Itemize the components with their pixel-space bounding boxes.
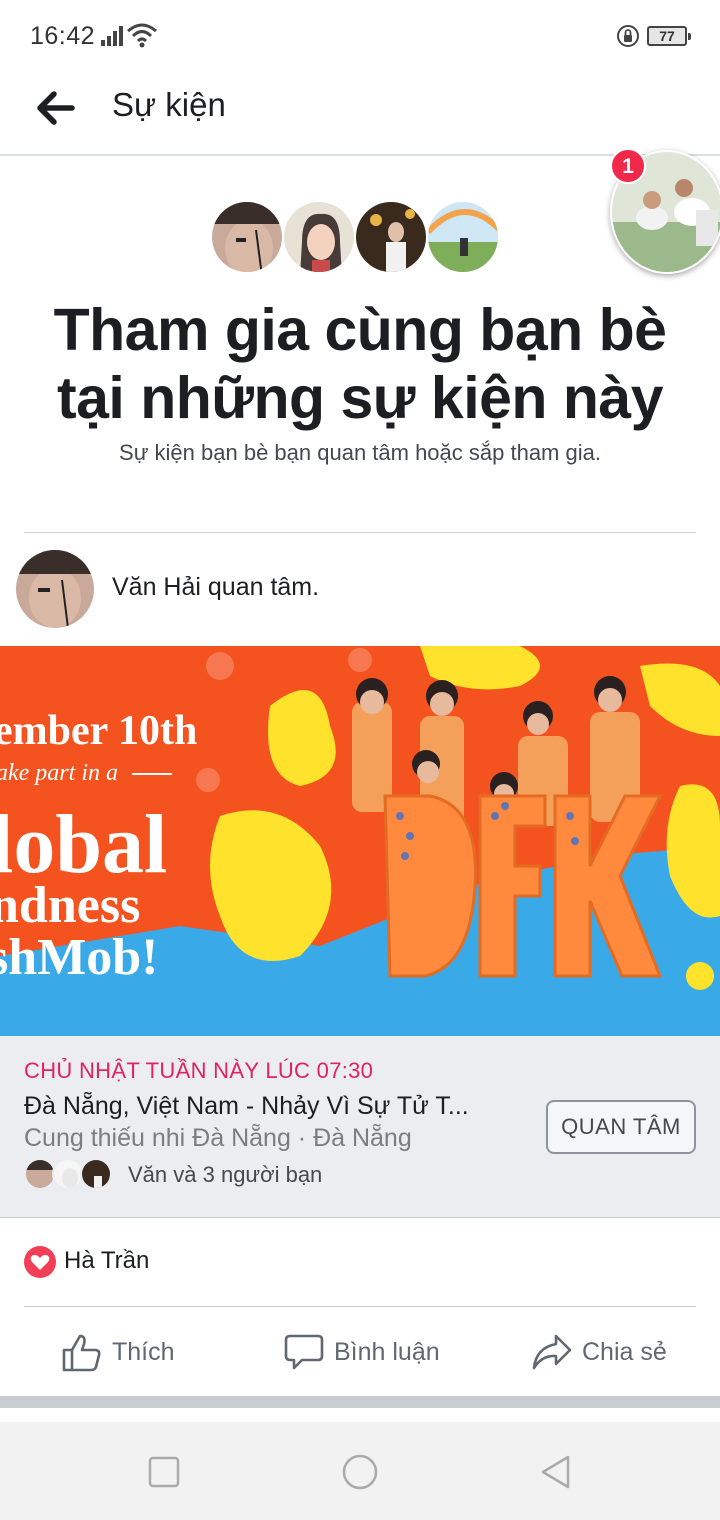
page-title: Sự kiện — [112, 86, 226, 123]
hero-subtitle: Sự kiện bạn bè bạn quan tâm hoặc sắp tha… — [119, 440, 601, 465]
reaction-name: Hà Trần — [64, 1247, 150, 1274]
recent-apps-icon[interactable] — [146, 1454, 182, 1490]
home-icon[interactable] — [342, 1454, 378, 1490]
avatar — [80, 1158, 112, 1190]
system-nav-bar — [0, 1422, 720, 1520]
hero-title: Tham gia cùng bạn bè tại những sự kiện n… — [0, 296, 720, 432]
event-name[interactable]: Đà Nẵng, Việt Nam - Nhảy Vì Sự Tử T... — [24, 1092, 514, 1121]
avatar — [426, 200, 500, 274]
event-cover-image[interactable]: ember 10th ake part in a lobal ndness sh… — [0, 646, 720, 1036]
banner-text-line4: ndness — [0, 877, 140, 934]
comment-icon — [284, 1334, 324, 1370]
interested-button[interactable]: QUAN TÂM — [546, 1100, 696, 1154]
share-label: Chia sẻ — [582, 1338, 667, 1366]
friend-avatars — [210, 200, 500, 274]
status-bar: 16:42 77 — [0, 0, 720, 72]
signal-icon — [101, 26, 123, 46]
banner-text-line2: ake part in a — [0, 760, 118, 786]
banner-text-line5: shMob! — [0, 929, 158, 986]
hero-title-line1: Tham gia cùng bạn bè — [53, 297, 667, 363]
feed-separator — [0, 1396, 720, 1408]
like-label: Thích — [112, 1338, 175, 1366]
hero-title-line2: tại những sự kiện này — [56, 365, 664, 431]
event-date: CHỦ NHẬT TUẦN NÀY LÚC 07:30 — [24, 1058, 374, 1083]
avatar[interactable] — [16, 550, 94, 628]
app-bar: Sự kiện — [0, 72, 720, 156]
divider — [24, 532, 696, 533]
rotation-lock-icon — [617, 25, 639, 47]
share-icon — [532, 1334, 572, 1370]
wifi-icon — [127, 23, 157, 48]
avatar — [282, 200, 356, 274]
share-button[interactable]: Chia sẻ — [530, 1330, 680, 1374]
event-location: Cung thiếu nhi Đà Nẵng · Đà Nẵng — [24, 1124, 412, 1152]
divider — [24, 1306, 696, 1307]
arrow-left-icon[interactable] — [32, 88, 80, 128]
comment-label: Bình luận — [334, 1338, 440, 1366]
friends-going-text: Văn và 3 người bạn — [128, 1162, 323, 1187]
banner-text-line1: ember 10th — [0, 708, 197, 754]
heart-icon — [24, 1246, 56, 1278]
notification-badge: 1 — [610, 148, 646, 184]
like-button[interactable]: Thích — [60, 1330, 190, 1374]
avatar — [210, 200, 284, 274]
post-activity-text[interactable]: Văn Hải quan tâm. — [112, 573, 319, 602]
chat-head[interactable]: 1 — [610, 148, 720, 274]
friends-going: Văn và 3 người bạn — [24, 1158, 624, 1192]
thumbs-up-icon — [62, 1334, 101, 1372]
post-actions: Thích Bình luận Chia sẻ — [0, 1308, 720, 1396]
avatar — [354, 200, 428, 274]
event-card[interactable]: CHỦ NHẬT TUẦN NÀY LÚC 07:30 Đà Nẵng, Việ… — [0, 1036, 720, 1218]
back-nav-icon[interactable] — [538, 1454, 574, 1490]
comment-button[interactable]: Bình luận — [282, 1330, 452, 1374]
status-time: 16:42 — [30, 22, 96, 50]
battery-icon: 77 — [647, 26, 691, 46]
